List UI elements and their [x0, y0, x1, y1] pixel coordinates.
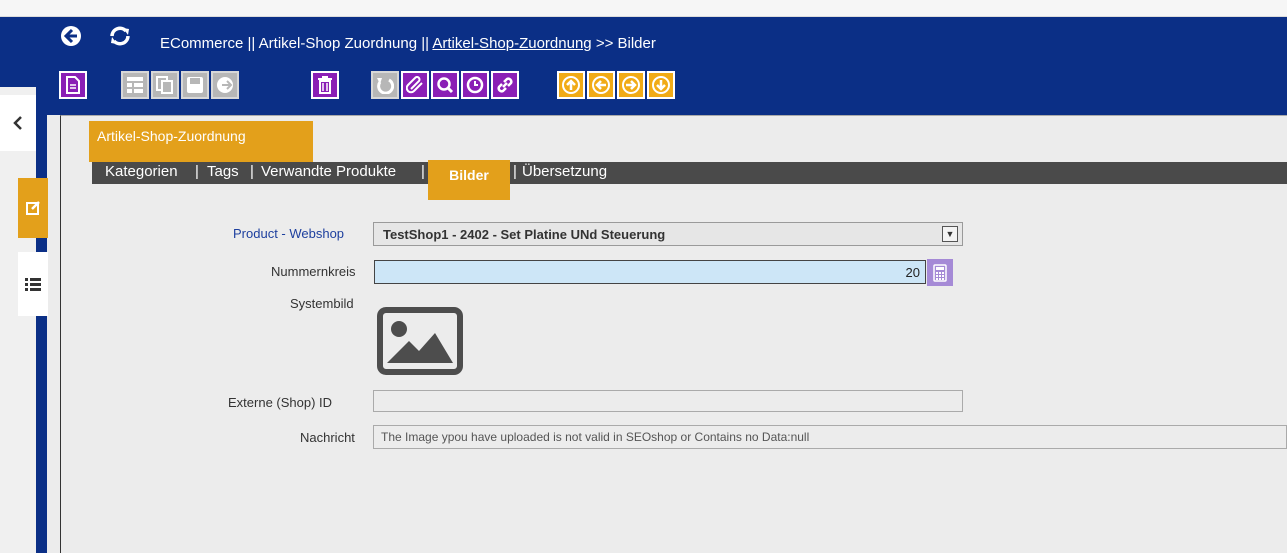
- save-exit-icon: [217, 77, 233, 93]
- copy-button[interactable]: [151, 71, 179, 99]
- nummernkreis-input[interactable]: 20: [374, 260, 926, 284]
- externe-id-input[interactable]: [373, 390, 963, 412]
- image-placeholder-icon: [377, 307, 463, 375]
- link-icon: [497, 77, 513, 93]
- calculator-button[interactable]: [927, 259, 953, 286]
- systembild-label: Systembild: [290, 296, 354, 311]
- new-button[interactable]: [59, 71, 87, 99]
- dropdown-arrow-icon[interactable]: ▼: [942, 226, 958, 242]
- undo-button[interactable]: [371, 71, 399, 99]
- search-icon: [437, 77, 454, 94]
- back-button[interactable]: [60, 25, 82, 47]
- new-document-icon: [66, 76, 80, 94]
- arrow-back-icon: [61, 26, 81, 46]
- nav-up-button[interactable]: [557, 71, 585, 99]
- nav-right-button[interactable]: [617, 71, 645, 99]
- tab-separator: |: [195, 163, 199, 180]
- tab-verwandte-produkte[interactable]: Verwandte Produkte: [261, 163, 396, 180]
- tab-bar: Kategorien | Tags | Verwandte Produkte |…: [92, 162, 1287, 184]
- search-button[interactable]: [431, 71, 459, 99]
- tab-separator: |: [250, 163, 254, 180]
- arrow-left-icon: [592, 76, 610, 94]
- save-exit-button[interactable]: [211, 71, 239, 99]
- toolbar: [47, 67, 1287, 115]
- history-icon: [466, 76, 484, 94]
- refresh-button[interactable]: [108, 25, 130, 47]
- edit-icon: [26, 201, 40, 215]
- webshop-label: Product - Webshop: [233, 226, 345, 241]
- undo-icon: [377, 78, 394, 94]
- arrow-down-icon: [652, 76, 670, 94]
- browser-top-strip: [0, 0, 1287, 17]
- nav-left-button[interactable]: [587, 71, 615, 99]
- arrow-right-icon: [622, 76, 640, 94]
- arrow-up-icon: [562, 76, 580, 94]
- collapse-sidebar-button[interactable]: [0, 95, 36, 151]
- breadcrumb: ECommerce || Artikel-Shop Zuordnung || A…: [160, 35, 656, 52]
- module-tab[interactable]: Artikel-Shop-Zuordnung: [89, 121, 313, 162]
- breadcrumb-prefix: ECommerce || Artikel-Shop Zuordnung ||: [160, 35, 430, 52]
- refresh-icon: [110, 26, 130, 46]
- tab-bilder[interactable]: Bilder: [428, 160, 510, 200]
- nachricht-label: Nachricht: [300, 430, 355, 445]
- nachricht-field: The Image ypou have uploaded is not vali…: [373, 425, 1287, 449]
- list-view-tab[interactable]: [18, 252, 48, 316]
- history-button[interactable]: [461, 71, 489, 99]
- tab-separator: |: [421, 163, 425, 180]
- tab-uebersetzung[interactable]: Übersetzung: [522, 163, 607, 180]
- list-icon: [25, 278, 41, 291]
- tab-tags[interactable]: Tags: [207, 163, 239, 180]
- copy-icon: [156, 76, 173, 94]
- system-image[interactable]: [377, 307, 463, 375]
- attachment-button[interactable]: [401, 71, 429, 99]
- delete-icon: [318, 76, 332, 94]
- side-panel: [0, 87, 36, 553]
- link-button[interactable]: [491, 71, 519, 99]
- chevron-left-icon: [13, 116, 22, 130]
- attachment-icon: [406, 76, 423, 94]
- edit-view-tab[interactable]: [18, 178, 48, 238]
- breadcrumb-suffix: >> Bilder: [595, 35, 656, 52]
- delete-button[interactable]: [311, 71, 339, 99]
- webshop-select[interactable]: TestShop1 - 2402 - Set Platine UNd Steue…: [373, 222, 963, 246]
- tab-separator: |: [513, 163, 517, 180]
- list-view-icon: [127, 77, 143, 93]
- header-bar: ECommerce || Artikel-Shop Zuordnung || A…: [47, 17, 1287, 67]
- save-button[interactable]: [181, 71, 209, 99]
- webshop-value: TestShop1 - 2402 - Set Platine UNd Steue…: [383, 227, 666, 242]
- save-icon: [187, 77, 203, 93]
- nummernkreis-label: Nummernkreis: [271, 264, 356, 279]
- nav-down-button[interactable]: [647, 71, 675, 99]
- externe-id-label: Externe (Shop) ID: [228, 395, 333, 410]
- tab-kategorien[interactable]: Kategorien: [105, 163, 178, 180]
- calculator-icon: [933, 263, 947, 282]
- list-view-button[interactable]: [121, 71, 149, 99]
- breadcrumb-link[interactable]: Artikel-Shop-Zuordnung: [432, 35, 591, 52]
